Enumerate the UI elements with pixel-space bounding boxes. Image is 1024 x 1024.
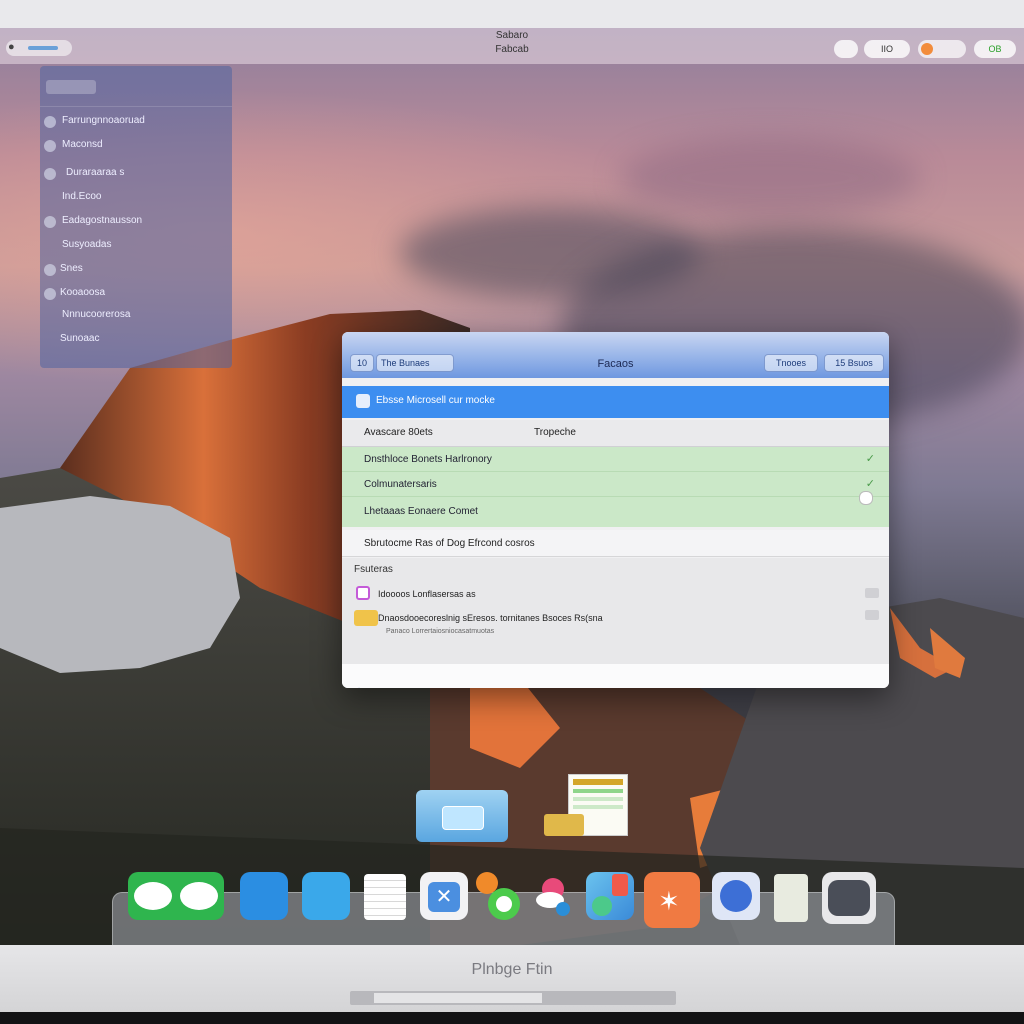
section-title: Fsuteras (354, 564, 393, 575)
sidebar-panel: Farrungnnoaoruad Maconsd Duraraaraa s In… (40, 66, 232, 368)
menu-bar: ● Sabaro Fabcab IIO OB (0, 28, 1024, 64)
sidebar-item[interactable]: Kooaoosa (40, 284, 232, 304)
list-item-label: Colmunatersaris (364, 479, 437, 490)
sidebar-item[interactable]: Snes (40, 260, 232, 280)
section-row[interactable]: Dnaosdooecoreslnig sEresos. tornitanes B… (378, 613, 603, 623)
sidebar-item-label: Susyoadas (62, 239, 112, 250)
circle-icon (44, 140, 56, 152)
sidebar-item[interactable]: Duraraaraa s (40, 164, 232, 184)
sidebar-item[interactable]: Susyoadas (40, 236, 232, 256)
radio-icon[interactable] (859, 491, 873, 505)
sidebar-item[interactable]: Sunoaac (40, 330, 232, 350)
status-pill-1[interactable] (834, 40, 858, 58)
dialog-window: 10 The Bunaes Facaos Tnooes 15 Bsuos Ebs… (342, 332, 889, 688)
list-item-label: Sbrutocme Ras of Dog Efrcond cosros (364, 538, 535, 549)
circle-icon (44, 288, 56, 300)
dialog-right-button-1[interactable]: Tnooes (764, 354, 818, 372)
safari-icon[interactable] (712, 872, 760, 920)
column-header: Avascare 80ets Tropeche (342, 420, 889, 447)
features-section: Fsuteras Idoooos Lonflasersas as Dnaosdo… (342, 558, 889, 668)
sidebar-item-label: Ind.Ecoo (62, 191, 102, 202)
selected-row[interactable]: Ebsse Microsell cur mocke (342, 386, 889, 418)
sidebar-item-label: Farrungnnoaoruad (62, 115, 145, 126)
list-item[interactable]: Colmunatersaris ✓ (342, 472, 889, 497)
dialog-right-button-2[interactable]: 15 Bsuos (824, 354, 884, 372)
list-item-label: Dnsthloce Bonets Harlronory (364, 454, 492, 465)
sidebar-item[interactable]: Farrungnnoaoruad (40, 112, 232, 132)
section-row[interactable]: Idoooos Lonflasersas as (378, 589, 476, 599)
photos-icon[interactable] (474, 872, 522, 920)
dialog-footer: ◆ (342, 664, 889, 688)
section-subnote: Panaco Lorrertaiosniocasatmuotas (386, 628, 495, 635)
circle-icon (44, 168, 56, 180)
sketch-icon[interactable]: ✶ (644, 872, 700, 928)
sidebar-item[interactable]: Maconsd (40, 136, 232, 156)
dragged-card-icon[interactable] (416, 790, 508, 842)
green-list: Dnsthloce Bonets Harlronory ✓ Colmunater… (342, 447, 889, 527)
sidebar-item-label: Duraraaraa s (66, 167, 125, 178)
camera-icon[interactable] (822, 872, 876, 924)
desktop-screen: ● Sabaro Fabcab IIO OB Farrungnnoaoruad … (0, 28, 1024, 945)
files-icon[interactable] (240, 872, 288, 920)
list-item[interactable]: Dnsthloce Bonets Harlronory ✓ (342, 447, 889, 472)
sidebar-item-label: Maconsd (62, 139, 103, 150)
selected-row-label: Ebsse Microsell cur mocke (376, 395, 495, 406)
sidebar-item-label: Eadagostnausson (62, 215, 143, 226)
assistant-icon[interactable] (302, 872, 350, 920)
list-item[interactable]: Sbrutocme Ras of Dog Efrcond cosros (342, 530, 889, 557)
sidebar-item-label: Snes (60, 263, 83, 274)
sidebar-item[interactable]: Nnnucoorerosa (40, 306, 232, 326)
dialog-titlebar: 10 The Bunaes Facaos Tnooes 15 Bsuos (342, 332, 889, 378)
brand-label: Plnbge Ftin (471, 961, 553, 978)
status-pill-3[interactable] (918, 40, 966, 58)
sidebar-item[interactable]: Eadagostnausson (40, 212, 232, 232)
column-header-2[interactable]: Tropeche (534, 427, 576, 438)
circle-icon (44, 116, 56, 128)
circle-icon (44, 264, 56, 276)
display-bezel-bottom: Plnbge Ftin (0, 945, 1024, 1012)
column-header-1[interactable]: Avascare 80ets (364, 427, 433, 438)
circle-icon (44, 216, 56, 228)
folder-icon (356, 394, 370, 408)
sidebar-item-label: Kooaoosa (60, 287, 106, 298)
pin-icon[interactable]: ◆ (354, 684, 364, 688)
battery-icon (921, 43, 933, 55)
notes-icon[interactable] (364, 874, 406, 920)
sidebar-item-label: Sunoaac (60, 333, 100, 344)
hinge (350, 991, 676, 1005)
sidebar-header (40, 66, 232, 107)
checkmark-icon: ✓ (865, 453, 875, 465)
games-icon[interactable] (530, 872, 578, 920)
scroll-marker (865, 588, 879, 598)
folder-icon (354, 610, 378, 626)
laptop-base (0, 1012, 1024, 1024)
document-icon[interactable] (774, 874, 808, 922)
scroll-marker (865, 610, 879, 620)
status-pill-4-text: OB (988, 44, 1002, 54)
sidebar-item-label: Nnnucoorerosa (62, 309, 131, 320)
list-item-label: Lhetaaas Eonaere Comet (364, 506, 478, 517)
maps-icon[interactable] (586, 872, 634, 920)
calendar-icon[interactable]: ✕ (420, 872, 468, 920)
app-icon (356, 586, 370, 600)
display-bezel-top (0, 0, 1024, 29)
messages-icon[interactable] (128, 872, 224, 920)
list-item[interactable]: Lhetaaas Eonaere Comet (342, 491, 889, 525)
status-pill-4[interactable]: OB (974, 40, 1016, 58)
sidebar-item[interactable]: Ind.Ecoo (40, 188, 232, 208)
checkmark-icon: ✓ (865, 478, 875, 490)
dragged-folder-icon[interactable] (544, 814, 584, 836)
status-pill-2[interactable]: IIO (864, 40, 910, 58)
